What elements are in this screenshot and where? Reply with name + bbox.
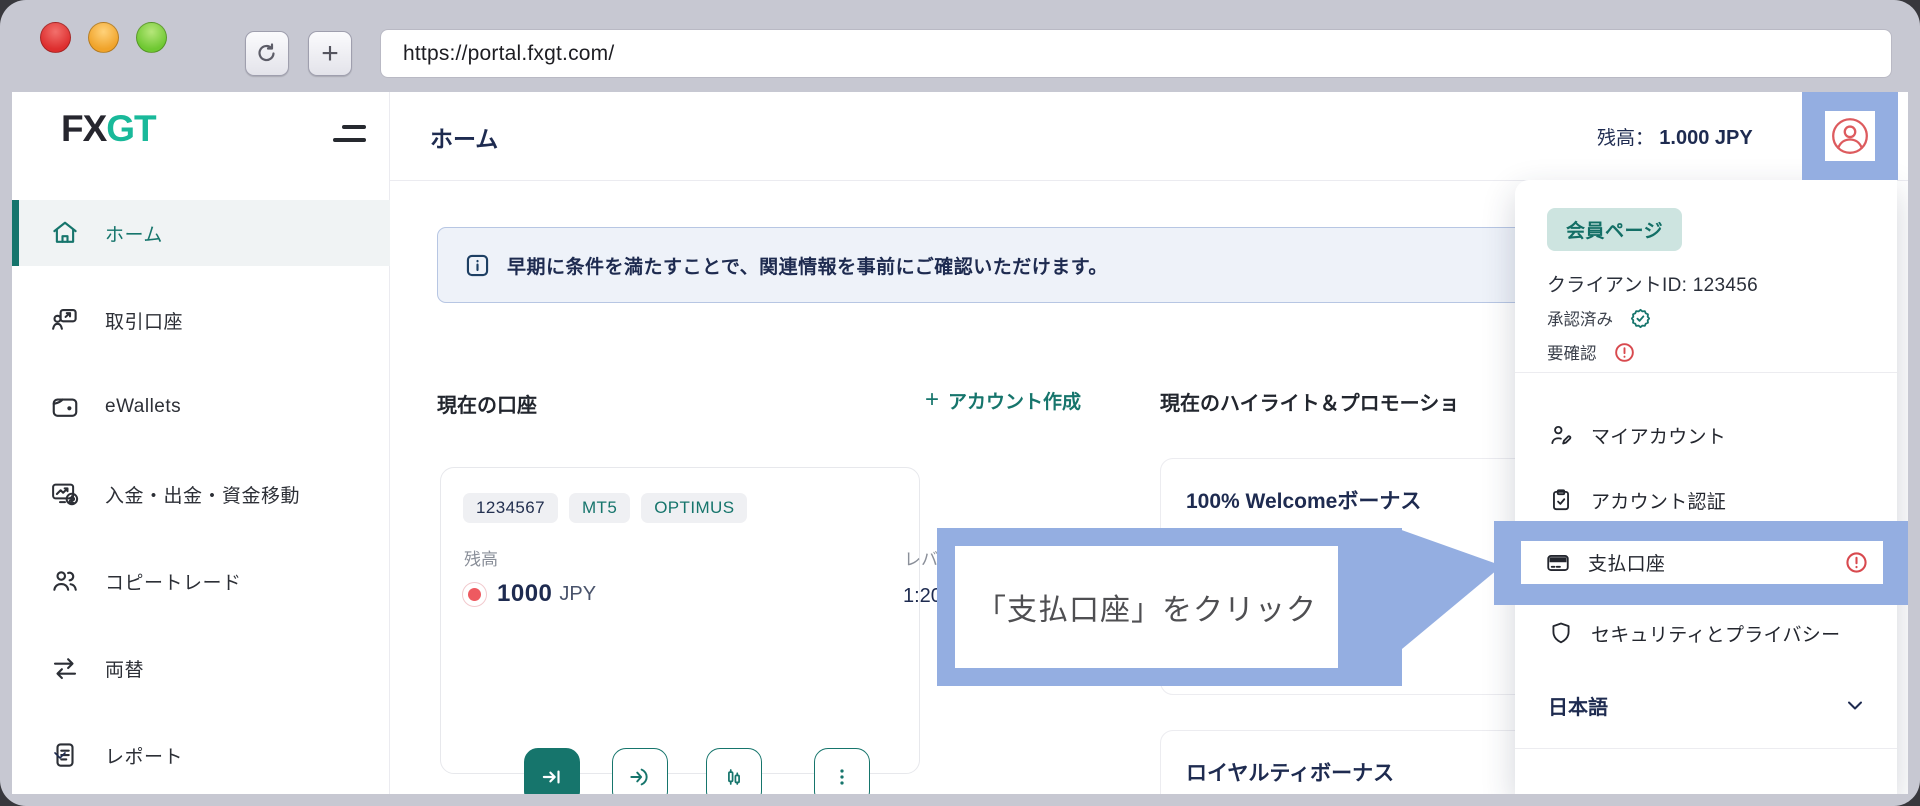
review-required-status: 要確認 [1547, 340, 1636, 364]
zoom-window-button[interactable] [136, 22, 167, 53]
account-chips: 1234567 MT5 OPTIMUS [463, 493, 748, 523]
url-bar[interactable]: https://portal.fxgt.com/ [380, 29, 1892, 78]
wallet-icon [52, 398, 78, 417]
account-number-chip: 1234567 [463, 493, 558, 523]
promo-title: ロイヤルティボーナス [1186, 762, 1395, 785]
sidebar-item-home[interactable]: ホーム [12, 200, 390, 266]
menu-item-account-verification[interactable]: アカウント認証 [1515, 477, 1897, 523]
sidebar-item-copy-trade[interactable]: コピートレード [12, 548, 390, 614]
menu-divider [1515, 748, 1897, 749]
menu-item-label: アカウント認証 [1591, 491, 1727, 513]
alert-circle-icon [1846, 552, 1867, 573]
details-button[interactable] [814, 748, 870, 794]
shield-icon [1552, 622, 1570, 644]
new-tab-button[interactable]: + [308, 31, 352, 76]
trade-button[interactable] [706, 748, 762, 794]
create-account-button[interactable]: + アカウント作成 [925, 386, 1081, 414]
menu-item-label: マイアカウント [1591, 426, 1727, 448]
sidebar-item-label: 両替 [105, 659, 145, 681]
user-edit-icon [1551, 425, 1572, 445]
balance-display: 残高： 1.000 JPY [1597, 127, 1753, 149]
menu-item-payment-account[interactable]: 支払口座 [1521, 541, 1883, 584]
plus-icon: + [925, 386, 940, 413]
trading-account-icon [52, 308, 77, 330]
client-id-text: クライアントID: 123456 [1547, 275, 1758, 296]
platform-chip: MT5 [568, 493, 631, 523]
menu-item-label: セキュリティとプライバシー [1591, 624, 1841, 646]
sidebar-item-reports[interactable]: レポート [12, 722, 390, 788]
status-dot-icon [462, 581, 487, 607]
url-text: https://portal.fxgt.com/ [403, 41, 615, 65]
sidebar-collapse-icon[interactable] [333, 125, 366, 142]
user-avatar-icon [1832, 118, 1868, 154]
avatar-button[interactable] [1825, 111, 1875, 161]
funds-transfer-icon [52, 483, 79, 506]
fxgt-logo[interactable]: FXGT [61, 108, 157, 150]
minimize-window-button[interactable] [88, 22, 119, 53]
credit-card-icon [1547, 554, 1569, 571]
member-page-badge: 会員ページ [1547, 208, 1683, 251]
sidebar-item-label: 取引口座 [105, 311, 184, 333]
close-window-button[interactable] [40, 22, 71, 53]
home-icon [53, 221, 77, 243]
card-balance-label: 残高 [464, 550, 498, 569]
card-balance-value: 1000 [497, 580, 553, 607]
callout-body: 「支払口座」をクリック [955, 546, 1338, 668]
more-vertical-icon [840, 768, 844, 785]
account-dropdown-menu: 会員ページ クライアントID: 123456 承認済み 要確認 マイアカウント … [1515, 180, 1897, 794]
sidebar: FXGT ホーム 取引口座 eWallets 入金・出金・資金移動 コピートレー… [12, 92, 390, 794]
menu-item-my-account[interactable]: マイアカウント [1515, 412, 1897, 458]
copy-trade-icon [53, 571, 77, 591]
reload-icon [258, 42, 275, 61]
language-selector[interactable]: 日本語 [1515, 680, 1897, 730]
card-balance-currency: JPY [559, 582, 597, 605]
sidebar-item-deposit-withdraw-transfer[interactable]: 入金・出金・資金移動 [12, 461, 390, 527]
sidebar-item-label: ホーム [105, 224, 163, 246]
sidebar-item-label: eWallets [105, 396, 182, 417]
badge-check-icon [1630, 308, 1651, 328]
app-page: FXGT ホーム 取引口座 eWallets 入金・出金・資金移動 コピートレー… [12, 92, 1908, 794]
accounts-heading: 現在の口座 [437, 395, 537, 417]
account-type-chip: OPTIMUS [641, 493, 748, 523]
chevron-down-icon [54, 752, 66, 759]
alert-circle-icon [1614, 342, 1634, 362]
info-icon [466, 254, 489, 276]
info-banner-text: 早期に条件を満たすことで、関連情報を事前にご確認いただけます。 [507, 256, 1108, 278]
promo-card-loyalty-bonus[interactable]: ロイヤルティボーナス [1160, 730, 1552, 794]
callout-tooltip: 「支払口座」をクリック [937, 528, 1402, 686]
browser-chrome: + https://portal.fxgt.com/ [0, 0, 1920, 92]
menu-item-label: 支払口座 [1588, 554, 1666, 575]
sidebar-item-label: レポート [105, 746, 184, 768]
account-card: 1234567 MT5 OPTIMUS 残高 レバ 1000 JPY 1:20 … [440, 467, 942, 794]
browser-window: + https://portal.fxgt.com/ FXGT ホーム 取引口座 [0, 0, 1920, 806]
balance-value: 1.000 JPY [1659, 127, 1753, 149]
reload-button[interactable] [245, 31, 289, 76]
callout-text: 「支払口座」をクリック [976, 594, 1317, 627]
card-balance-row: 1000 JPY [462, 580, 596, 608]
chevron-down-icon [1848, 701, 1862, 710]
sidebar-item-label: コピートレード [105, 572, 242, 594]
menu-divider [1515, 372, 1897, 373]
menu-item-security-privacy[interactable]: セキュリティとプライバシー [1515, 610, 1897, 656]
promo-title: 100% Welcomeボーナス [1186, 490, 1422, 513]
deposit-icon [542, 770, 560, 783]
sidebar-item-ewallets[interactable]: eWallets [12, 374, 390, 440]
clipboard-check-icon [1553, 489, 1569, 511]
deposit-button[interactable] [524, 748, 580, 794]
page-title: ホーム [430, 126, 499, 152]
trade-icon [728, 768, 740, 785]
sidebar-item-exchange[interactable]: 両替 [12, 635, 390, 701]
avatar-click-highlight [1802, 92, 1898, 180]
payment-account-highlight: 支払口座 [1494, 521, 1908, 605]
sidebar-item-label: 入金・出金・資金移動 [105, 485, 301, 507]
transfer-button[interactable] [612, 748, 668, 794]
language-label: 日本語 [1548, 696, 1608, 719]
sidebar-item-trading-accounts[interactable]: 取引口座 [12, 287, 390, 353]
exchange-icon [53, 658, 77, 680]
create-account-label: アカウント作成 [948, 391, 1082, 413]
approved-status: 承認済み [1547, 306, 1652, 330]
card-leverage-label: レバ [904, 550, 938, 569]
info-banner: 早期に条件を満たすことで、関連情報を事前にご確認いただけます。 [437, 227, 1552, 303]
transfer-icon [630, 768, 648, 785]
